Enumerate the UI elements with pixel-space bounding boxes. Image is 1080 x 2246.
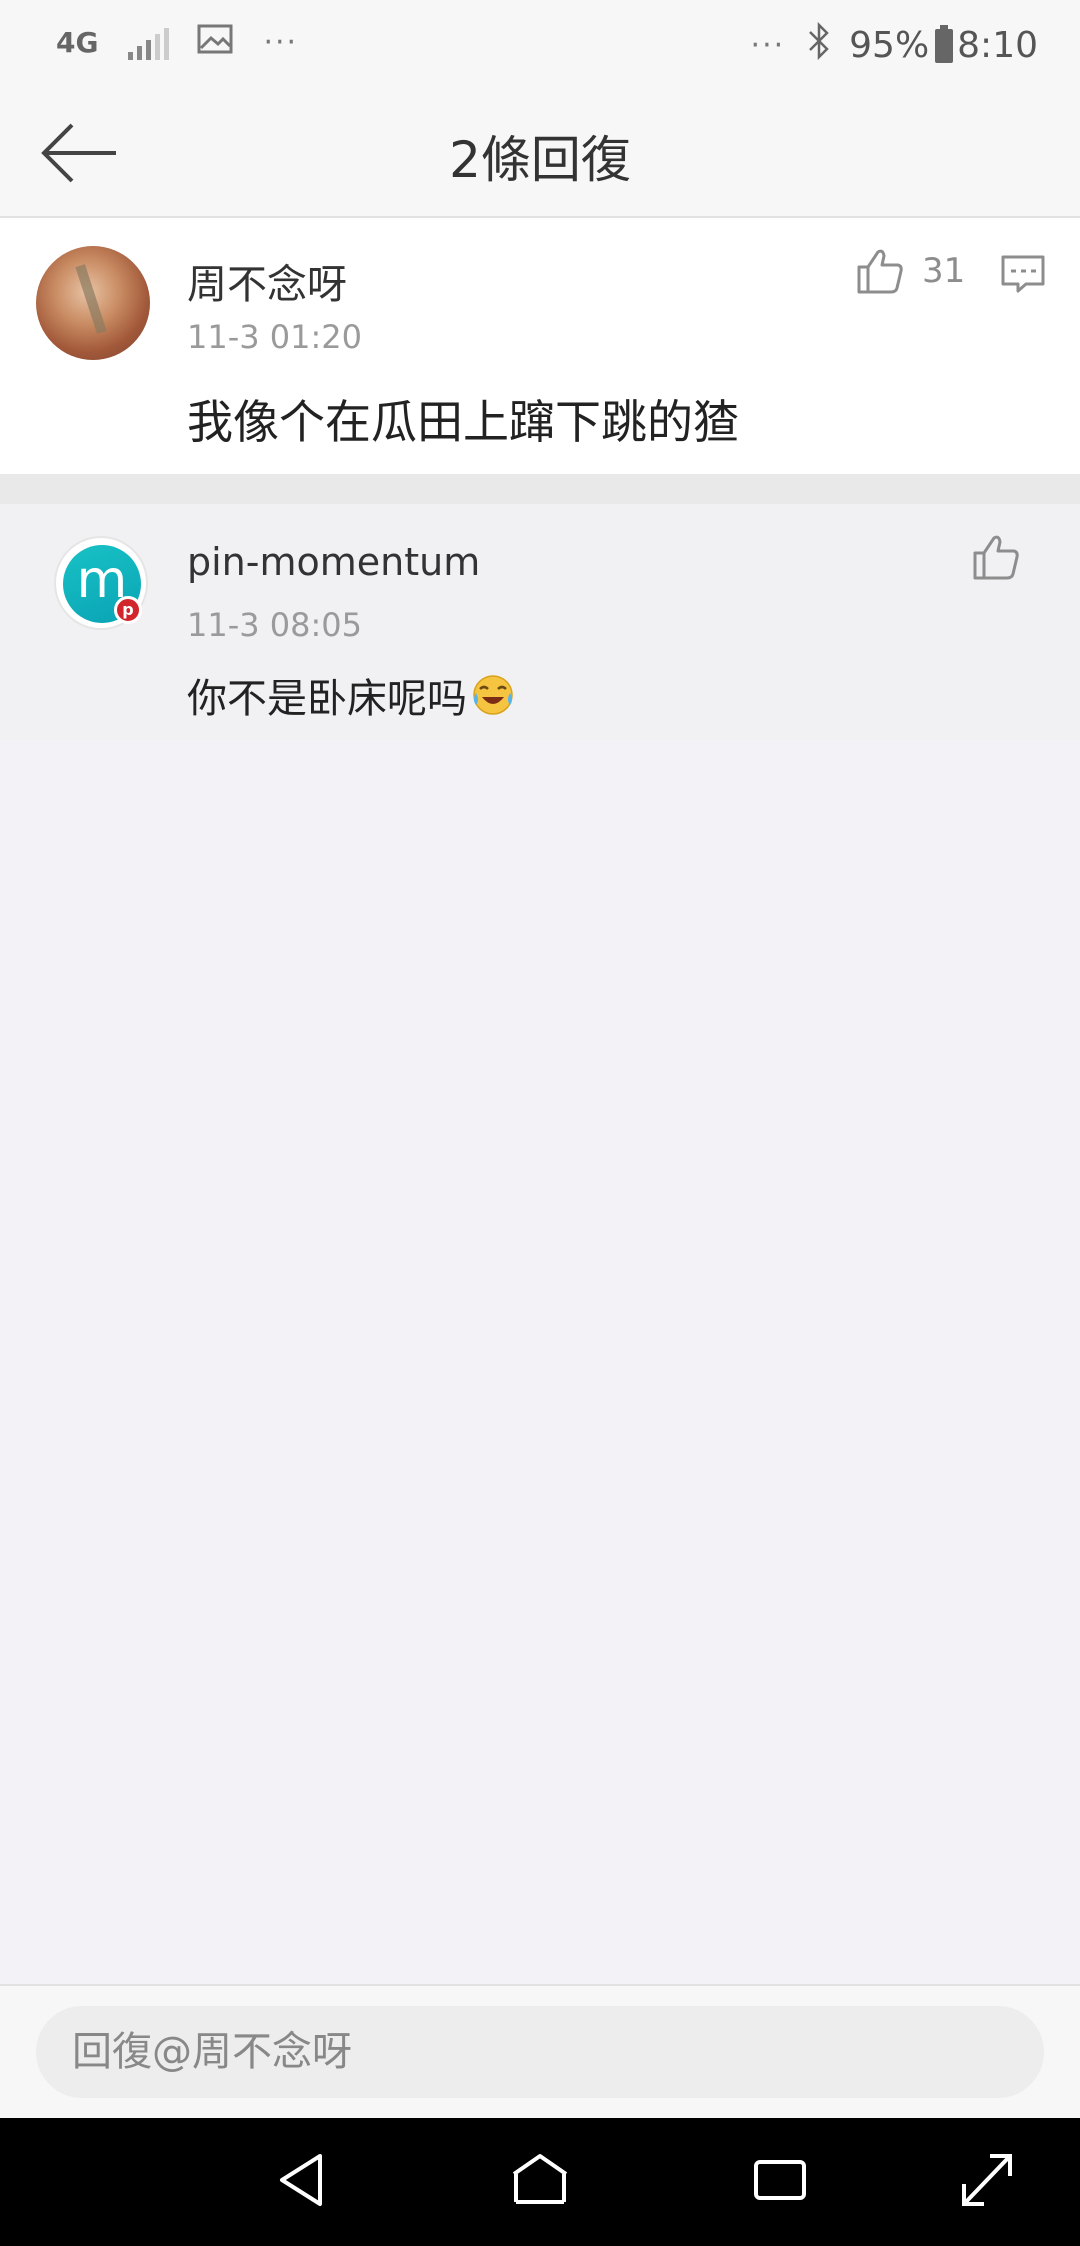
more-notifications-icon: ··· [263,25,299,60]
section-divider [0,474,1080,504]
bluetooth-icon [807,21,831,69]
status-bar: 4G ··· ··· 95% 8:10 [0,0,1080,90]
reply-like-button[interactable] [972,534,1020,584]
back-triangle-icon [280,2154,322,2206]
battery-icon [935,24,954,63]
signal-icon [128,26,170,60]
nav-expand-button[interactable] [960,2152,1014,2212]
recent-apps-icon [754,2160,806,2200]
reply-author[interactable]: pin-momentum [187,540,480,584]
header: 2條回復 [0,90,1080,218]
clock: 8:10 [957,25,1038,66]
comment-time: 11-3 01:20 [187,318,363,356]
nav-back-button[interactable] [276,2152,326,2212]
comment-button[interactable] [1000,254,1046,298]
reply-text-row: 你不是卧床呢吗 [187,666,515,724]
reply-bar [0,1984,1080,2118]
reply-text: 你不是卧床呢吗 [187,676,467,722]
page-title: 2條回復 [449,131,631,189]
nav-home-button[interactable] [510,2152,570,2212]
more-status-icon: ··· [750,28,786,63]
comment-icon [1001,255,1045,293]
network-type: 4G [56,25,99,59]
expand-icon [962,2154,1012,2206]
like-count: 31 [922,251,966,291]
reply-input[interactable] [36,2006,1044,2098]
laughing-crying-emoji [473,675,513,715]
reply-item: m p pin-momentum 11-3 08:05 你不是卧床呢吗 [0,504,1080,740]
thumbs-up-icon [973,535,1019,580]
comment-author[interactable]: 周不念呀 [187,252,347,310]
pinterest-badge-icon: p [114,596,142,624]
thumbs-up-icon [857,249,903,294]
home-icon [512,2154,568,2204]
reply-time: 11-3 08:05 [187,606,363,644]
nav-recents-button[interactable] [752,2152,808,2212]
comment-text: 我像个在瓜田上蹿下跳的猹 [187,395,739,449]
author-avatar[interactable] [36,246,150,360]
main-comment: 周不念呀 11-3 01:20 我像个在瓜田上蹿下跳的猹 31 [0,218,1080,474]
reply-avatar[interactable]: m p [54,536,148,630]
image-notification-icon [197,22,233,63]
system-nav-bar [0,2118,1080,2246]
battery-percent: 95% [849,25,930,66]
like-button[interactable]: 31 [856,248,965,294]
